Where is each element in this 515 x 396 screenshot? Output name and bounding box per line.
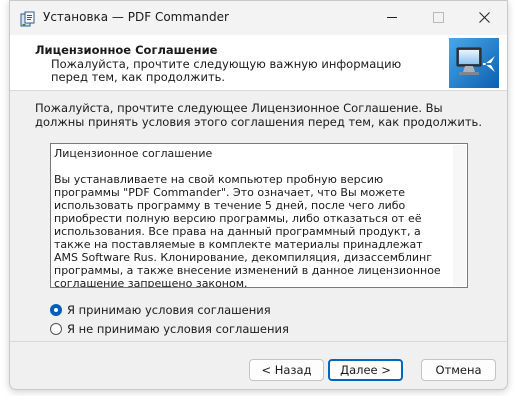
installer-app-icon — [20, 11, 35, 27]
decline-option[interactable]: Я не принимаю условия соглашения — [50, 322, 289, 336]
license-heading: Лицензионное соглашение — [54, 147, 213, 160]
intro-text: Пожалуйста, прочтите следующее Лицензион… — [35, 101, 482, 129]
close-icon — [478, 11, 490, 23]
minimize-button[interactable] — [369, 1, 415, 33]
wizard-header: Лицензионное Соглашение Пожалуйста, проч… — [10, 35, 507, 91]
license-text-area[interactable]: Лицензионное соглашение Вы устанавливает… — [50, 143, 468, 288]
footer-divider — [10, 341, 507, 342]
cancel-button[interactable]: Отмена — [421, 359, 496, 381]
maximize-button[interactable] — [415, 1, 461, 33]
computer-monitor-arrow-icon — [449, 38, 499, 88]
accept-option[interactable]: Я принимаю условия соглашения — [50, 303, 271, 317]
accept-label[interactable]: Я принимаю условия соглашения — [67, 303, 271, 317]
window-title: Установка — PDF Commander — [43, 10, 229, 24]
installer-window: Установка — PDF Commander Лицензионное С… — [9, 0, 508, 390]
page-title: Лицензионное Соглашение — [35, 43, 218, 57]
accept-radio[interactable] — [50, 304, 62, 316]
minimize-icon — [387, 16, 397, 18]
license-body: Вы устанавливаете на свой компьютер проб… — [54, 173, 441, 288]
maximize-icon — [432, 11, 444, 23]
back-button[interactable]: < Назад — [249, 359, 324, 381]
page-subtitle: Пожалуйста, прочтите следующую важную ин… — [51, 57, 402, 84]
decline-label[interactable]: Я не принимаю условия соглашения — [67, 322, 289, 336]
close-button[interactable] — [461, 1, 507, 33]
decline-radio[interactable] — [50, 323, 62, 335]
license-scrollbar[interactable] — [453, 145, 466, 286]
next-button[interactable]: Далее > — [328, 359, 403, 381]
title-bar: Установка — PDF Commander — [10, 1, 507, 35]
